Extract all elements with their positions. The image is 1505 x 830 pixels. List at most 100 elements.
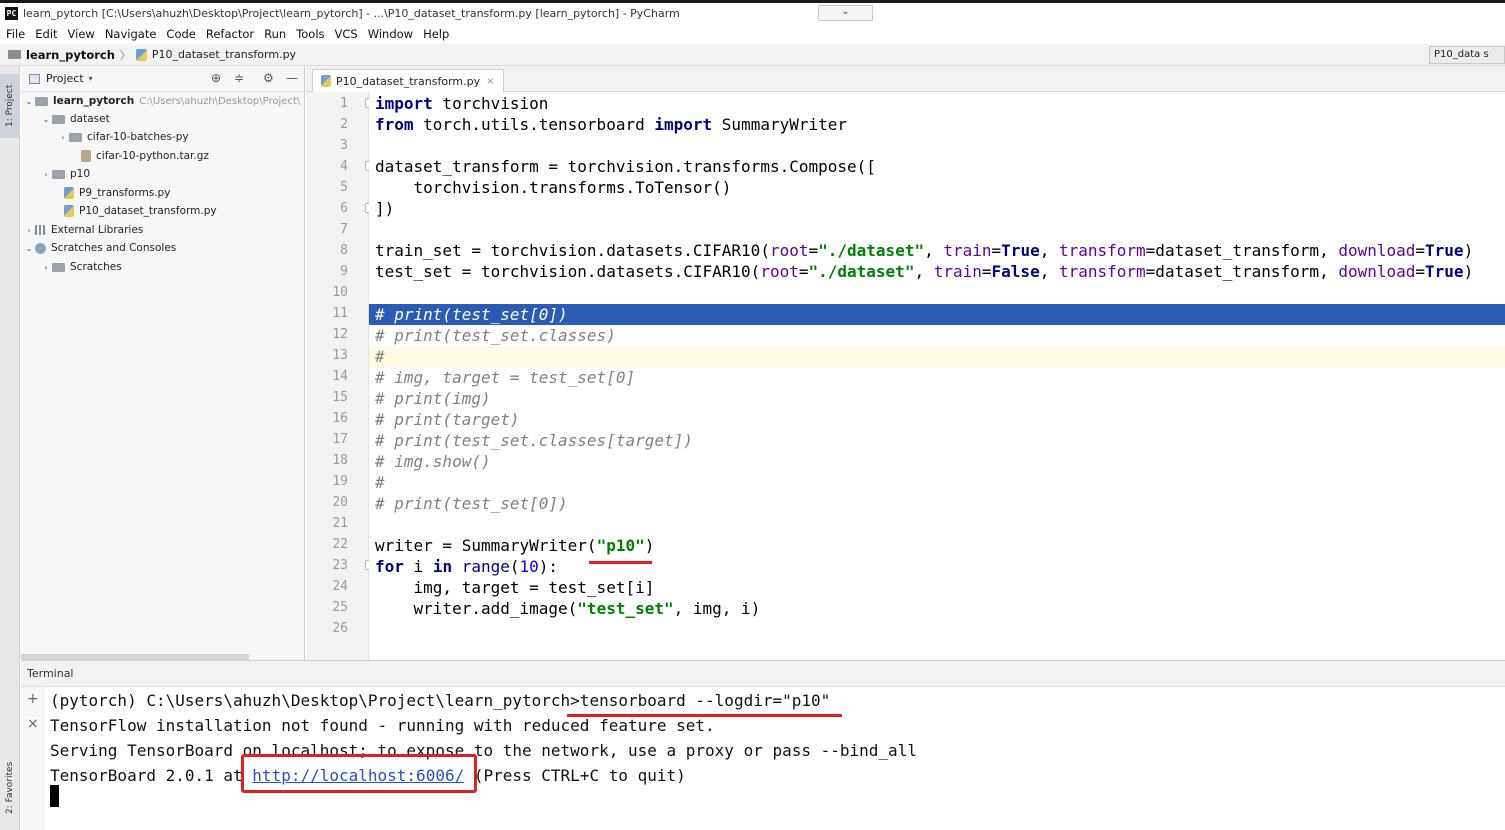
close-icon[interactable]: ×	[486, 76, 494, 87]
tree-item-label: learn_pytorch	[53, 95, 135, 107]
menu-vcs[interactable]: VCS	[335, 27, 358, 41]
line-number: 16	[332, 411, 348, 426]
code-line-18[interactable]: # img.show()	[375, 451, 491, 472]
tree-item-label: cifar-10-batches-py	[87, 131, 189, 143]
folder-icon	[52, 262, 65, 272]
window-title: learn_pytorch [C:\Users\ahuzh\Desktop\Pr…	[23, 7, 680, 20]
line-number: 3	[340, 138, 348, 153]
locate-file-icon[interactable]: ⊕	[211, 71, 221, 85]
folder-icon	[35, 96, 48, 106]
line-number: 13	[332, 348, 348, 363]
tab-p10-dataset-transform[interactable]: P10_dataset_transform.py ×	[312, 69, 504, 92]
folder-icon	[52, 114, 65, 124]
tree-item-p10[interactable]: › p10	[40, 165, 90, 183]
code-line-15[interactable]: # print(img)	[375, 388, 491, 409]
code-line-1[interactable]: import torchvision	[375, 93, 548, 114]
menu-refactor[interactable]: Refactor	[206, 27, 254, 41]
tree-item-external-libraries[interactable]: › External Libraries	[23, 221, 143, 239]
code-line-25[interactable]: writer.add_image("test_set", img, i)	[375, 598, 761, 619]
code-line-22[interactable]: writer = SummaryWriter("p10")	[375, 535, 654, 556]
tree-item-dataset[interactable]: ⌄ dataset	[40, 110, 110, 128]
title-dropdown-button[interactable]: ⌄	[818, 5, 873, 21]
library-icon	[35, 225, 47, 235]
tree-item-label: dataset	[70, 113, 110, 125]
menu-help[interactable]: Help	[423, 27, 449, 41]
chevron-right-icon[interactable]: ›	[40, 170, 52, 179]
code-line-19[interactable]: #	[375, 472, 385, 493]
folder-icon	[8, 50, 21, 59]
chevron-right-icon[interactable]: ›	[40, 263, 52, 272]
code-line-11[interactable]: # print(test_set[0])	[375, 304, 568, 325]
folder-icon	[69, 132, 82, 142]
tree-item-cifar-10-batches-py[interactable]: › cifar-10-batches-py	[57, 128, 189, 146]
code-editor[interactable]: import torchvision from torch.utils.tens…	[369, 92, 1505, 660]
menu-code[interactable]: Code	[166, 27, 195, 41]
menu-window[interactable]: Window	[368, 27, 413, 41]
line-number: 24	[332, 579, 348, 594]
line-number: 14	[332, 369, 348, 384]
line-number: 5	[340, 180, 348, 195]
project-panel-header: Project ▾ ⊕ ≑ ⚙ —	[21, 66, 304, 92]
code-line-8[interactable]: train_set = torchvision.datasets.CIFAR10…	[375, 240, 1473, 261]
line-number: 12	[332, 327, 348, 342]
code-line-2[interactable]: from torch.utils.tensorboard import Summ…	[375, 114, 847, 135]
chevron-down-icon[interactable]: ⌄	[40, 115, 52, 124]
terminal-header[interactable]: Terminal	[21, 661, 1505, 687]
project-panel: Project ▾ ⊕ ≑ ⚙ — ⌄ learn_pytorch C:\Use…	[21, 66, 305, 660]
tree-item-p10-dataset-transform[interactable]: P10_dataset_transform.py	[52, 202, 217, 220]
chevron-down-icon[interactable]: ⌄	[23, 244, 35, 253]
hide-panel-icon[interactable]: —	[286, 71, 298, 85]
line-number: 4	[340, 159, 348, 174]
project-tool-tab[interactable]: 1: Project	[0, 74, 20, 138]
scratches-icon	[35, 242, 46, 254]
favorites-tool-tab[interactable]: 2: Favorites	[0, 746, 20, 830]
tree-item-label: P9_transforms.py	[79, 187, 171, 199]
code-line-16[interactable]: # print(target)	[375, 409, 520, 430]
terminal-line-1[interactable]: (pytorch) C:\Users\ahuzh\Desktop\Project…	[50, 688, 830, 713]
left-tool-strip: 1: Project 2: Favorites	[0, 66, 20, 830]
tree-item-scratches[interactable]: › Scratches	[40, 258, 121, 276]
chevron-right-icon[interactable]: ›	[57, 133, 69, 142]
code-line-23[interactable]: for i in range(10):	[375, 556, 558, 577]
tree-item-learn-pytorch[interactable]: ⌄ learn_pytorch C:\Users\ahuzh\Desktop\P…	[23, 92, 301, 110]
code-line-17[interactable]: # print(test_set.classes[target])	[375, 430, 693, 451]
code-line-9[interactable]: test_set = torchvision.datasets.CIFAR10(…	[375, 261, 1473, 282]
code-line-5[interactable]: torchvision.transforms.ToTensor()	[375, 177, 732, 198]
code-line-20[interactable]: # print(test_set[0])	[375, 493, 568, 514]
gear-icon[interactable]: ⚙	[263, 71, 274, 85]
line-number-gutter[interactable]: 1 2 3 4 5 6 7 8 9 10 11 12 13 14 15 16 17 18 19 20 21 22 23 24 2…	[306, 92, 373, 660]
collapse-all-icon[interactable]: ≑	[234, 71, 244, 85]
annotation-underline-p10	[589, 561, 652, 564]
archive-file-icon	[81, 150, 91, 162]
line-number: 22	[332, 537, 348, 552]
breadcrumb-project[interactable]: learn_pytorch	[26, 48, 115, 62]
chevron-down-icon[interactable]: ⌄	[23, 97, 35, 106]
menu-file[interactable]: File	[6, 27, 25, 41]
code-line-12[interactable]: # print(test_set.classes)	[375, 325, 616, 346]
tree-item-cifar-10-python-tar-gz[interactable]: cifar-10-python.tar.gz	[69, 147, 209, 165]
chevron-right-icon[interactable]: ›	[23, 226, 35, 235]
line-number: 25	[332, 600, 348, 615]
terminal-toolbar: + ×	[21, 687, 45, 830]
menu-run[interactable]: Run	[264, 27, 286, 41]
tree-item-p9-transforms[interactable]: P9_transforms.py	[52, 184, 170, 202]
run-configuration-tab[interactable]: P10_data s	[1429, 46, 1505, 64]
code-line-6[interactable]: ])	[375, 198, 394, 219]
code-line-13[interactable]: #	[375, 346, 385, 367]
tree-item-label: cifar-10-python.tar.gz	[96, 150, 209, 162]
menu-edit[interactable]: Edit	[35, 27, 57, 41]
close-icon[interactable]: ×	[27, 716, 39, 732]
breadcrumb-separator: 〉	[119, 48, 131, 62]
code-line-4[interactable]: dataset_transform = torchvision.transfor…	[375, 156, 876, 177]
folder-icon	[52, 169, 65, 179]
tree-item-scratches-and-consoles[interactable]: ⌄ Scratches and Consoles	[23, 239, 177, 257]
chevron-down-icon[interactable]: ▾	[89, 74, 93, 83]
menu-navigate[interactable]: Navigate	[105, 27, 157, 41]
code-line-24[interactable]: img, target = test_set[i]	[375, 577, 655, 598]
code-line-14[interactable]: # img, target = test_set[0]	[375, 367, 635, 388]
menu-tools[interactable]: Tools	[296, 27, 324, 41]
project-view-selector[interactable]: Project	[46, 72, 84, 85]
menu-view[interactable]: View	[68, 27, 95, 41]
breadcrumb-file[interactable]: P10_dataset_transform.py	[152, 48, 296, 61]
add-terminal-icon[interactable]: +	[27, 691, 39, 707]
